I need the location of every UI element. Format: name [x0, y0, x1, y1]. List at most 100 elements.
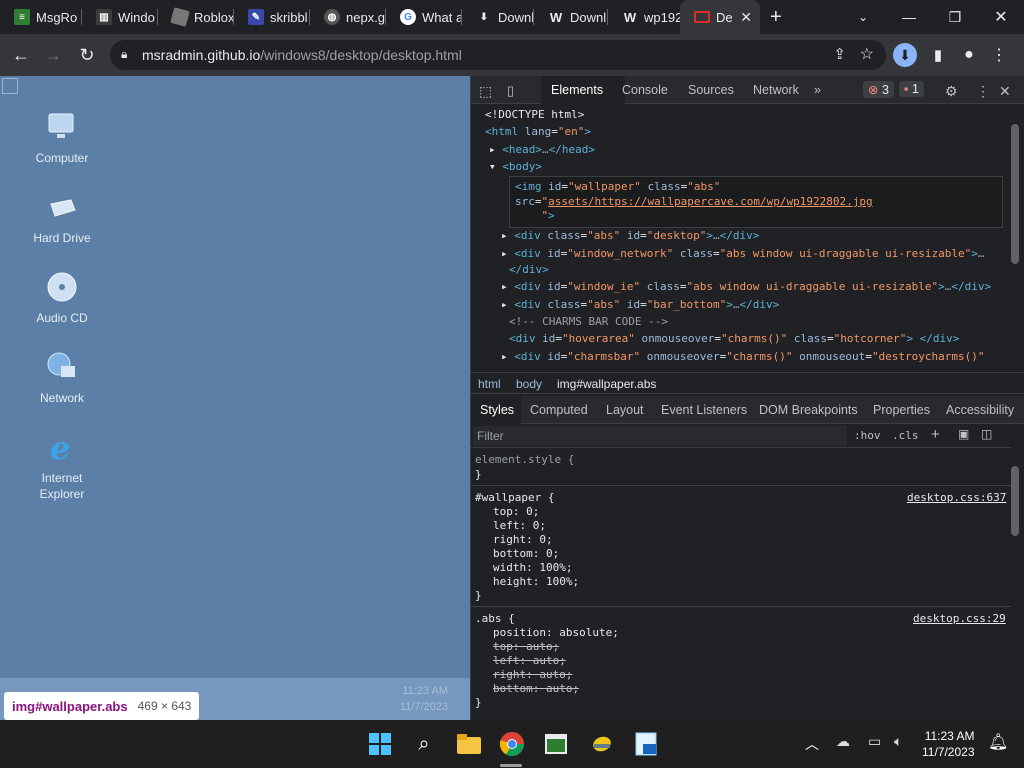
- css-prop[interactable]: width: 100%;: [493, 561, 572, 574]
- desktop-icon-network[interactable]: Network: [22, 350, 102, 406]
- devtools-menu-icon[interactable]: ⋮: [976, 83, 990, 100]
- dom-html[interactable]: <html lang="en">: [485, 125, 591, 138]
- tab-download-2[interactable]: W Downl: [534, 0, 608, 34]
- desktop-icon-computer[interactable]: Computer: [22, 110, 102, 166]
- css-prop[interactable]: right: 0;: [493, 533, 553, 546]
- tab-styles[interactable]: Styles: [480, 403, 514, 417]
- system-clock[interactable]: 11:23 AM 11/7/2023: [922, 728, 975, 760]
- forward-button[interactable]: →: [40, 42, 66, 68]
- tab-msgro[interactable]: ≡ MsgRo: [0, 0, 82, 34]
- wordpress-icon: W: [549, 9, 563, 25]
- add-rule-icon[interactable]: +: [931, 426, 940, 443]
- dom-hoverarea[interactable]: <div id="hoverarea" onmouseover="charms(…: [509, 332, 959, 345]
- chrome-icon[interactable]: [498, 730, 526, 758]
- calculator-xp-icon[interactable]: [632, 730, 660, 758]
- css-prop[interactable]: left: 0;: [493, 519, 546, 532]
- breadcrumb-body[interactable]: body: [516, 377, 542, 391]
- computed-sidebar-icon[interactable]: ◫: [981, 427, 992, 441]
- css-prop[interactable]: bottom: 0;: [493, 547, 559, 560]
- cloud-icon[interactable]: ☁: [836, 733, 850, 750]
- search-icon[interactable]: ⌕: [410, 730, 438, 758]
- more-tabs-icon[interactable]: »: [814, 83, 821, 97]
- close-tab-icon[interactable]: ✕: [740, 9, 752, 26]
- tab-download-1[interactable]: ⬇ Downl: [462, 0, 534, 34]
- show-hidden-icons-chevron-icon[interactable]: ︿: [805, 734, 819, 754]
- tab-search-icon[interactable]: ⌄: [840, 0, 886, 34]
- device-toolbar-icon[interactable]: ▯: [507, 83, 514, 99]
- profile-icon[interactable]: ●: [956, 42, 982, 68]
- css-prop[interactable]: top: 0;: [493, 505, 539, 518]
- tab-computed[interactable]: Computed: [530, 403, 588, 417]
- tab-accessibility[interactable]: Accessibility: [946, 403, 1014, 417]
- download-icon[interactable]: ⬇: [893, 43, 917, 67]
- tab-skribbl[interactable]: ✎ skribbl: [234, 0, 310, 34]
- css-prop-overridden[interactable]: top: auto;: [493, 640, 559, 653]
- dom-window-network[interactable]: ▸ <div id="window_network" class="abs wi…: [501, 247, 985, 260]
- side-panel-icon[interactable]: ▮: [925, 42, 951, 68]
- tab-layout[interactable]: Layout: [606, 403, 644, 417]
- dom-head[interactable]: ▸ <head>…</head>: [489, 143, 595, 156]
- issue-count-badge[interactable]: ▪ 1: [899, 81, 924, 97]
- tab-nepx[interactable]: ◍ nepx.g: [310, 0, 386, 34]
- volume-icon[interactable]: 🔈︎: [894, 733, 902, 750]
- new-tab-button[interactable]: +: [764, 0, 792, 34]
- styles-scroll-thumb[interactable]: [1011, 466, 1019, 536]
- start-button[interactable]: [366, 730, 394, 758]
- menu-icon[interactable]: ⋮: [986, 42, 1012, 68]
- desktop-icon-label: Network: [39, 391, 84, 405]
- address-bar[interactable]: 🔒︎ msradmin.github.io/windows8/desktop/d…: [110, 40, 886, 70]
- dom-scrollbar[interactable]: [1009, 116, 1021, 368]
- css-prop-overridden[interactable]: left: auto;: [493, 654, 566, 667]
- paint-icon[interactable]: ▣: [958, 427, 969, 441]
- tab-sources[interactable]: Sources: [688, 83, 734, 97]
- inspect-element-icon[interactable]: ⬚: [479, 83, 492, 100]
- css-prop-overridden[interactable]: right: auto;: [493, 668, 572, 681]
- bookmark-star-icon[interactable]: ☆: [860, 44, 874, 64]
- display-icon[interactable]: ▭: [868, 733, 881, 750]
- tab-desktop-active[interactable]: De ✕: [680, 0, 760, 34]
- dom-body[interactable]: ▾ <body>: [489, 160, 542, 173]
- rule-source-link[interactable]: desktop.css:637: [907, 491, 1006, 504]
- restore-button[interactable]: ❐: [932, 0, 978, 34]
- dom-charmsbar[interactable]: ▸ <div id="charmsbar" onmouseover="charm…: [501, 350, 985, 363]
- tab-event-listeners[interactable]: Event Listeners: [661, 403, 747, 417]
- breadcrumb-img[interactable]: img#wallpaper.abs: [557, 377, 656, 391]
- dom-scroll-thumb[interactable]: [1011, 124, 1019, 264]
- app-window-icon[interactable]: [542, 730, 570, 758]
- tab-console[interactable]: Console: [622, 83, 668, 97]
- tab-network[interactable]: Network: [753, 83, 799, 97]
- hov-toggle[interactable]: :hov: [854, 429, 881, 442]
- dom-desktop[interactable]: ▸ <div class="abs" id="desktop">…</div>: [501, 229, 759, 242]
- bug-app-icon[interactable]: [588, 730, 616, 758]
- tab-wp192[interactable]: W wp192: [608, 0, 680, 34]
- dom-window-ie[interactable]: ▸ <div id="window_ie" class="abs window …: [501, 280, 991, 293]
- styles-scrollbar[interactable]: [1009, 426, 1021, 716]
- tab-properties[interactable]: Properties: [873, 403, 930, 417]
- desktop-icon-hard-drive[interactable]: Hard Drive: [22, 190, 102, 246]
- reload-button[interactable]: ↻: [74, 42, 100, 68]
- css-prop-overridden[interactable]: bottom: auto;: [493, 682, 579, 695]
- notification-bell-icon[interactable]: 🔔︎: [988, 732, 1008, 752]
- settings-gear-icon[interactable]: ⚙: [945, 83, 958, 100]
- share-icon[interactable]: ⇪: [833, 45, 846, 63]
- css-prop[interactable]: position: absolute;: [493, 626, 619, 639]
- error-count-badge[interactable]: ⊗ 3: [863, 81, 894, 98]
- tab-windo[interactable]: ▥ Windo: [82, 0, 158, 34]
- tab-dom-breakpoints[interactable]: DOM Breakpoints: [759, 403, 858, 417]
- close-devtools-icon[interactable]: ✕: [999, 83, 1011, 100]
- css-prop[interactable]: height: 100%;: [493, 575, 579, 588]
- rule-source-link[interactable]: desktop.css:29: [913, 612, 1006, 625]
- tab-roblox[interactable]: Roblox: [158, 0, 234, 34]
- close-window-button[interactable]: ✕: [978, 0, 1024, 34]
- back-button[interactable]: ←: [8, 42, 34, 68]
- dom-bar-bottom[interactable]: ▸ <div class="abs" id="bar_bottom">…</di…: [501, 298, 779, 311]
- desktop-icon-audio-cd[interactable]: Audio CD: [22, 270, 102, 326]
- tab-what[interactable]: G What a: [386, 0, 462, 34]
- styles-filter-input[interactable]: Filter: [473, 426, 847, 446]
- file-explorer-icon[interactable]: [455, 730, 483, 758]
- desktop-icon-internet-explorer[interactable]: e Internet Explorer: [22, 429, 102, 502]
- breadcrumb-html[interactable]: html: [478, 377, 501, 391]
- tab-elements[interactable]: Elements: [551, 83, 603, 97]
- minimize-button[interactable]: —: [886, 0, 932, 34]
- cls-toggle[interactable]: .cls: [892, 429, 919, 442]
